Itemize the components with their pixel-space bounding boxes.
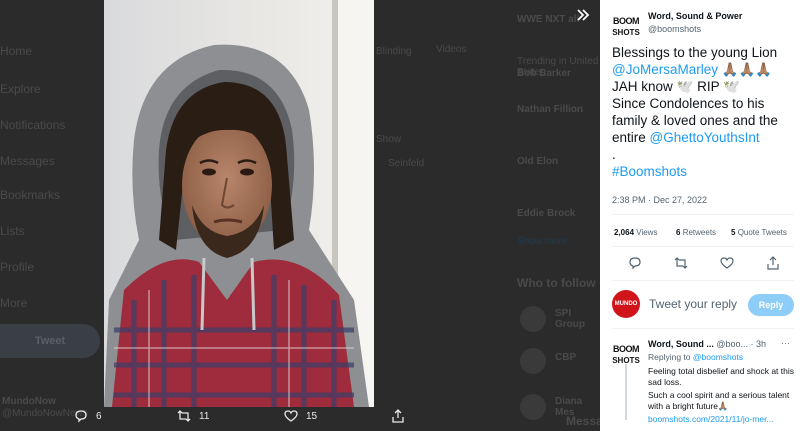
nav-messages[interactable]: Messages xyxy=(0,154,55,168)
retweet-icon[interactable] xyxy=(674,256,688,270)
replying-to-label: Replying to xyxy=(648,352,691,362)
boomshots-logo: BOOM SHOTS xyxy=(612,16,640,37)
svg-text:BOOM: BOOM xyxy=(613,344,639,354)
nav-profile[interactable]: Profile xyxy=(0,260,34,274)
trend-item[interactable]: Nathan Fillion xyxy=(517,104,583,115)
reply-author[interactable]: Word, Sound ... @boo... · 3h xyxy=(648,339,766,349)
replying-to: Replying to @boomshots xyxy=(648,352,796,363)
quote-tweets-stat[interactable]: 5 Quote Tweets xyxy=(731,228,787,237)
portrait-illustration xyxy=(104,0,374,407)
hashtag-link[interactable]: #Boomshots xyxy=(612,163,794,180)
reply-text-line: Feeling total disbelief and shock at thi… xyxy=(648,366,795,387)
partial-text: Blinding xyxy=(376,46,412,57)
nav-lists[interactable]: Lists xyxy=(0,224,25,238)
divider xyxy=(612,280,794,281)
expand-icon[interactable] xyxy=(568,6,598,30)
follow-suggestion[interactable]: SPI Group xyxy=(555,308,600,330)
reply-author-name: Word, Sound ... xyxy=(648,339,714,349)
mention-link[interactable]: @JoMersaMarley xyxy=(612,62,718,77)
reply-text-line: Such a cool spirit and a serious talent … xyxy=(648,390,790,411)
who-to-follow-heading: Who to follow xyxy=(517,276,596,290)
reply-button[interactable]: Reply xyxy=(748,294,794,316)
quote-label: Quote Tweets xyxy=(737,228,787,237)
share-action[interactable] xyxy=(391,409,405,423)
avatar xyxy=(520,306,546,332)
current-user-avatar: MUNDO xyxy=(612,290,640,318)
retweets-count: 6 xyxy=(676,228,681,237)
reply-action[interactable]: 6 xyxy=(74,409,102,423)
tweet-button-label: Tweet xyxy=(34,335,66,347)
tweet-timestamp[interactable]: 2:38 PM · Dec 27, 2022 xyxy=(612,195,707,205)
tweet-line: . xyxy=(612,147,616,162)
thread-line xyxy=(625,364,627,420)
avatar xyxy=(520,348,546,374)
tweet-text: Blessings to the young Lion @JoMersaMarl… xyxy=(612,44,794,180)
nav-explore[interactable]: Explore xyxy=(0,82,41,96)
tab-videos[interactable]: Videos xyxy=(436,44,466,55)
divider xyxy=(612,246,794,247)
heart-icon[interactable] xyxy=(720,256,734,270)
boomshots-logo-avatar[interactable]: BOOM SHOTS xyxy=(610,10,642,42)
reply-icon xyxy=(75,410,87,423)
retweet-action[interactable]: 11 xyxy=(177,409,209,423)
show-more-link[interactable]: Show more xyxy=(517,236,568,247)
views-label: Views xyxy=(636,228,658,237)
retweet-icon xyxy=(177,410,191,422)
reply-link[interactable]: boomshots.com/2021/11/jo-mer... xyxy=(648,414,796,425)
retweets-label: Retweets xyxy=(682,228,717,237)
photo-action-bar: 6 11 15 xyxy=(0,407,600,431)
reply-count: 6 xyxy=(96,410,102,422)
divider xyxy=(612,214,794,215)
author-handle[interactable]: @boomshots xyxy=(648,24,701,34)
retweets-stat[interactable]: 6 Retweets xyxy=(676,228,716,237)
nav-bookmarks[interactable]: Bookmarks xyxy=(0,188,60,202)
mention-link[interactable]: @GhettoYouthsInt xyxy=(650,130,760,145)
nav-notifications[interactable]: Notifications xyxy=(0,118,65,132)
double-chevron-right-icon xyxy=(577,9,590,21)
reply-time: · 3h xyxy=(750,339,767,349)
tweet-photo[interactable] xyxy=(104,0,374,407)
reply-author-handle: @boo... xyxy=(716,339,748,349)
emoji: 🙏🏽🙏🏽🙏🏽 xyxy=(721,62,773,77)
follow-suggestion[interactable]: CBP xyxy=(555,352,576,363)
partial-text: Show xyxy=(376,134,402,145)
views-stat[interactable]: 2,064 Views xyxy=(614,228,657,237)
replying-to-handle[interactable]: @boomshots xyxy=(693,352,743,362)
heart-icon xyxy=(284,410,298,422)
more-options-icon[interactable]: ··· xyxy=(781,338,790,348)
account-name: MundoNow xyxy=(2,396,56,407)
like-action[interactable]: 15 xyxy=(284,409,317,423)
share-icon xyxy=(392,409,404,423)
views-count: 2,064 xyxy=(614,228,635,237)
nav-home[interactable]: Home xyxy=(0,44,32,58)
author-name[interactable]: Word, Sound & Power xyxy=(648,11,742,21)
like-count: 15 xyxy=(306,410,318,422)
nav-more[interactable]: More xyxy=(0,296,27,310)
trend-item[interactable]: Bob Barker xyxy=(517,68,571,79)
svg-text:SHOTS: SHOTS xyxy=(612,28,640,37)
tweet-line: JAH know 🕊️ RIP 🕊️ xyxy=(612,79,740,94)
retweet-count: 11 xyxy=(199,410,210,422)
partial-text: Seinfeld xyxy=(388,158,425,169)
reply-input[interactable]: Tweet your reply xyxy=(649,297,737,311)
reply-icon[interactable] xyxy=(628,256,642,270)
trend-item[interactable]: Old Elon xyxy=(517,156,558,167)
svg-text:BOOM: BOOM xyxy=(613,16,639,26)
tweet-button[interactable]: Tweet xyxy=(0,324,100,358)
share-icon[interactable] xyxy=(766,256,780,270)
divider xyxy=(612,328,794,329)
tweet-line: Blessings to the young Lion xyxy=(612,45,778,60)
quote-count: 5 xyxy=(731,228,736,237)
trend-item[interactable]: Eddie Brock xyxy=(517,208,575,219)
